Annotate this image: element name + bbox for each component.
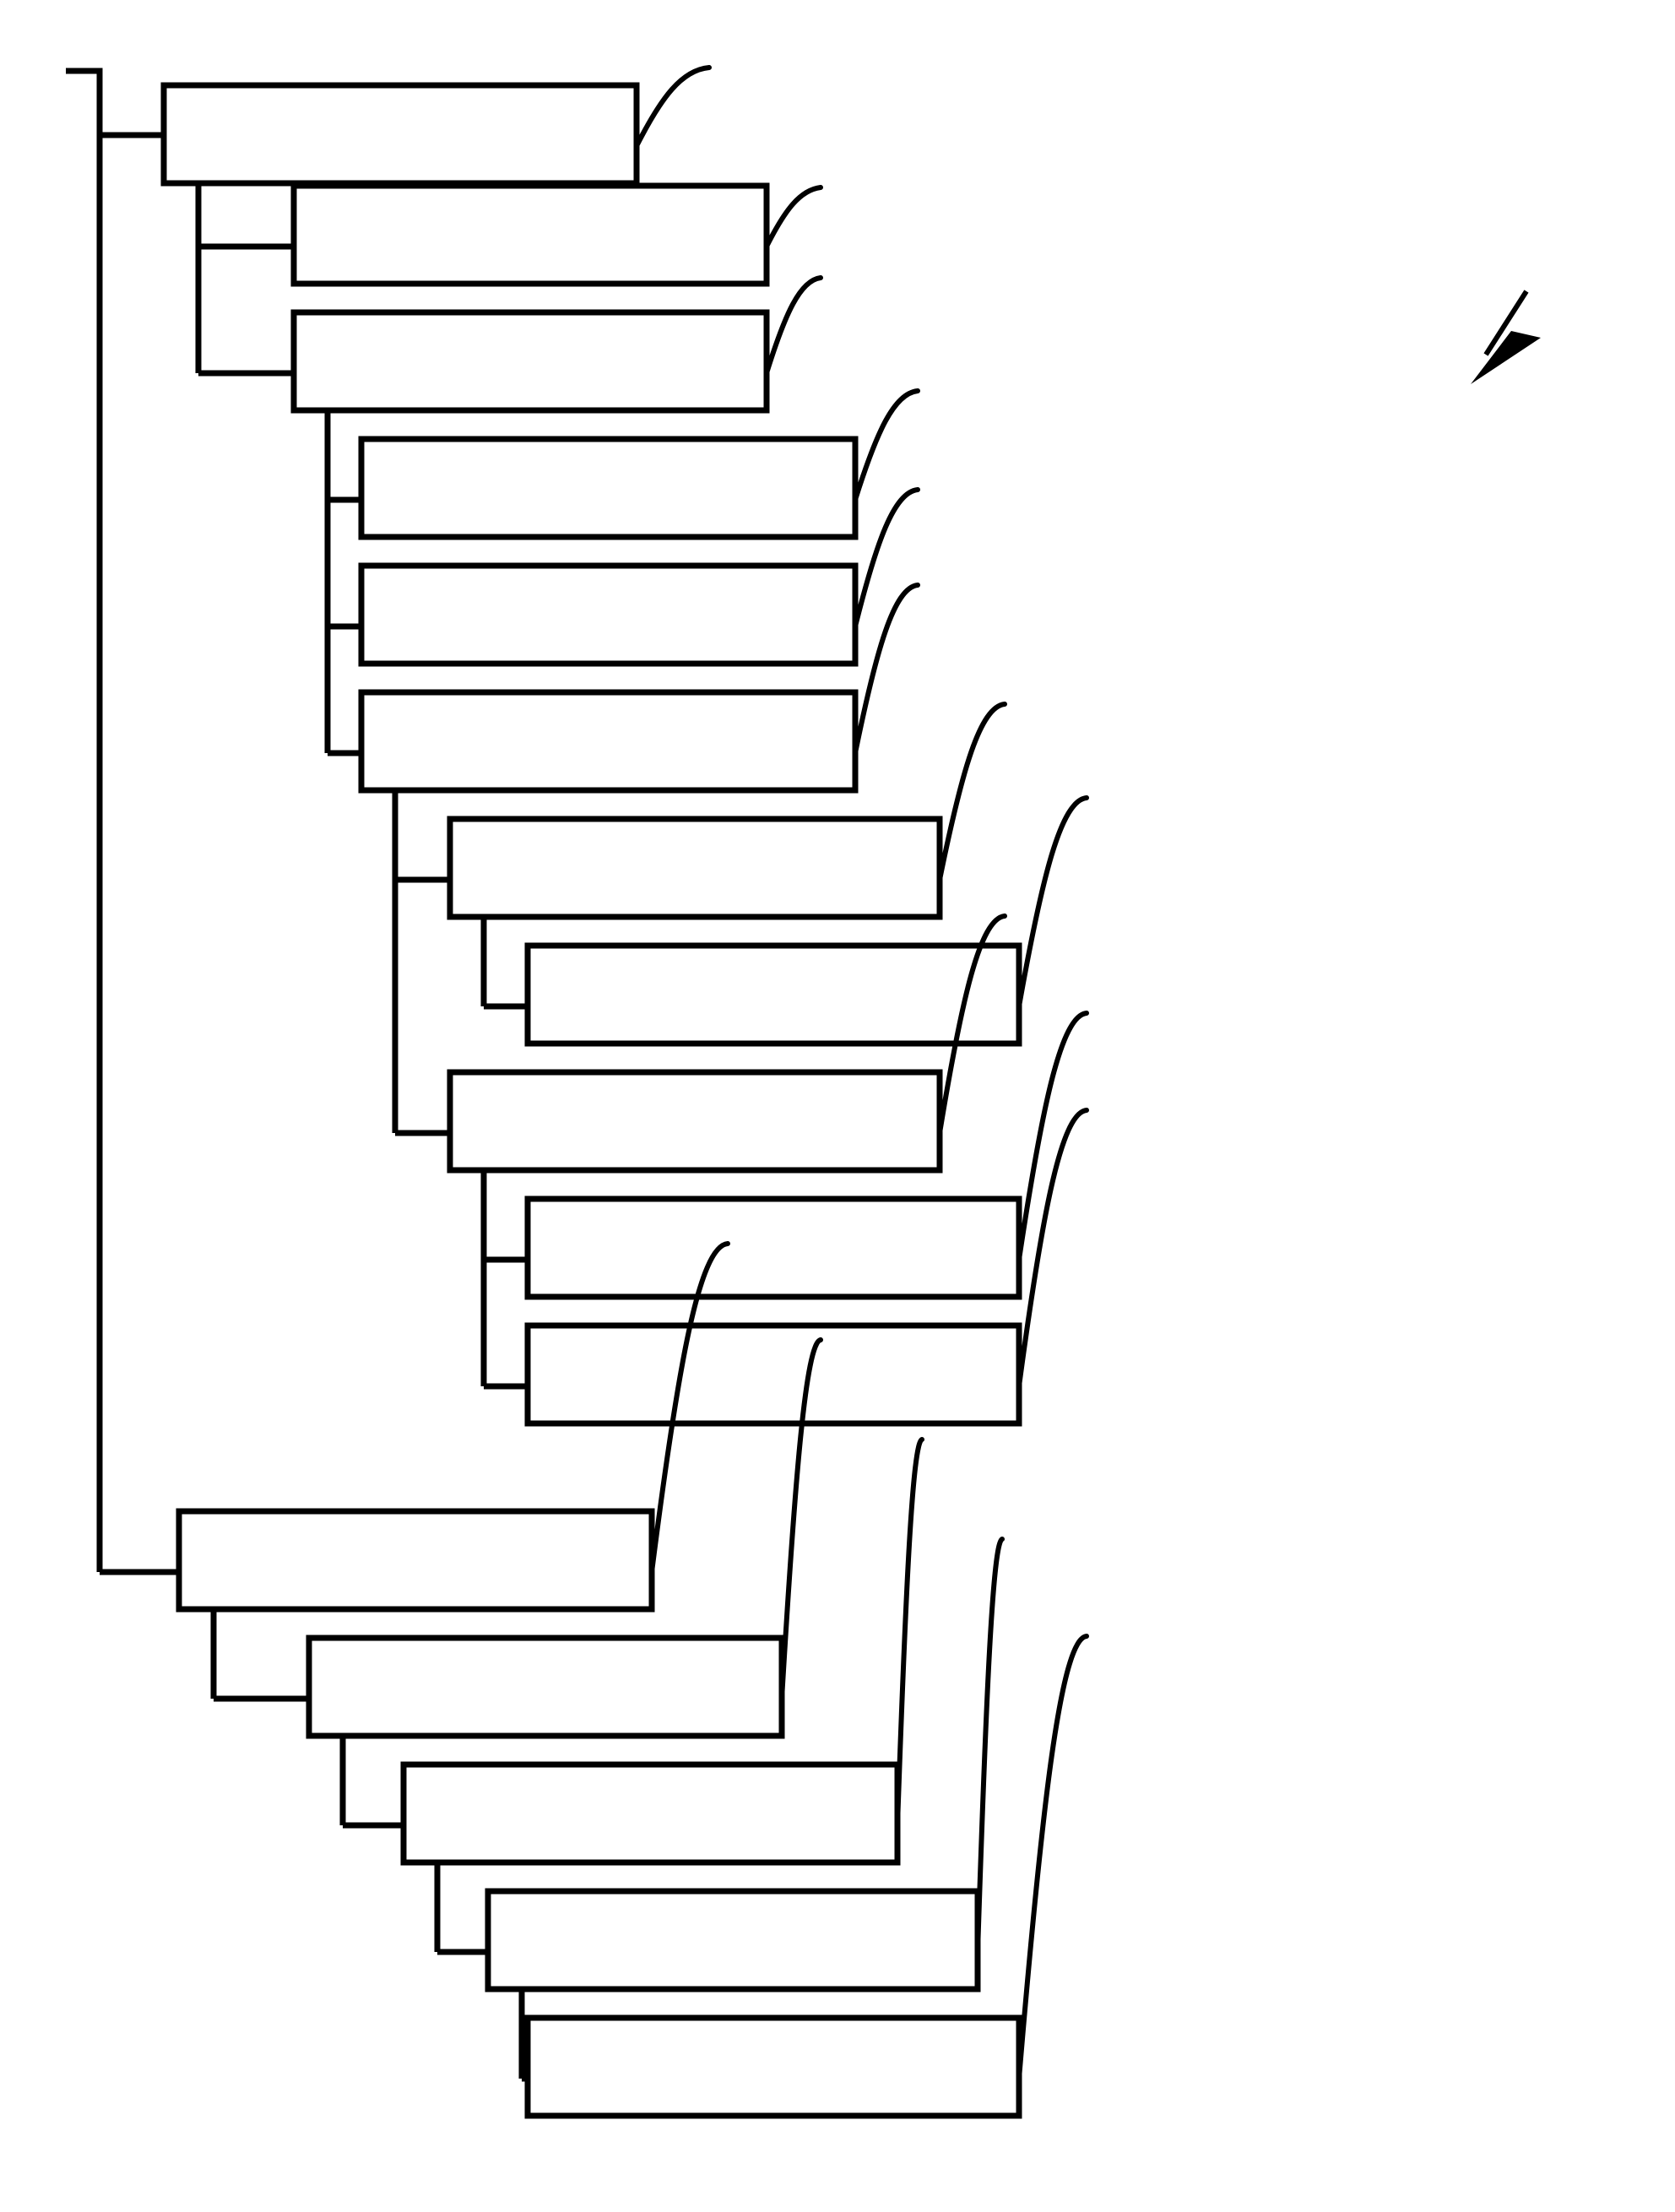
node-228[interactable]: [524, 1195, 1022, 1300]
node-206[interactable]: [290, 182, 770, 287]
node-box-216[interactable]: [358, 689, 859, 794]
lead-line-206: [764, 185, 823, 249]
lead-line-212: [853, 388, 920, 502]
lead-line-232: [1016, 1634, 1089, 2081]
node-box-228[interactable]: [524, 1195, 1022, 1300]
node-layer: [160, 82, 1022, 2119]
node-210[interactable]: [306, 1635, 785, 1739]
node-218[interactable]: [400, 1761, 901, 1866]
node-box-224[interactable]: [485, 1888, 981, 1992]
node-226[interactable]: [524, 942, 1022, 1047]
lead-line-224: [975, 1537, 1005, 1954]
root-trunk: [66, 68, 103, 1572]
node-box-210[interactable]: [306, 1635, 785, 1739]
lead-line-226: [1016, 795, 1089, 1009]
node-box-220[interactable]: [447, 816, 943, 920]
lead-line-218: [895, 1437, 924, 1828]
node-202[interactable]: [160, 82, 640, 187]
node-212[interactable]: [358, 436, 859, 540]
node-214[interactable]: [358, 562, 859, 667]
node-box-206[interactable]: [290, 182, 770, 287]
node-box-222[interactable]: [447, 1069, 943, 1174]
node-204[interactable]: [176, 1508, 655, 1613]
figure-callout-arrow-head: [1471, 331, 1541, 384]
figure-callout-layer: [1471, 290, 1541, 384]
node-216[interactable]: [358, 689, 859, 794]
node-box-226[interactable]: [524, 942, 1022, 1047]
lead-line-230: [1016, 1108, 1089, 1389]
lead-line-216: [853, 583, 920, 756]
node-box-212[interactable]: [358, 436, 859, 540]
lead-line-208: [764, 275, 823, 376]
node-box-232[interactable]: [524, 2014, 1022, 2119]
lead-line-228: [1016, 1011, 1089, 1262]
patent-figure-hierarchy-diagram: [0, 0, 1675, 2212]
lead-line-214: [853, 487, 920, 629]
node-224[interactable]: [485, 1888, 981, 1992]
lead-line-202: [634, 65, 712, 149]
node-box-218[interactable]: [400, 1761, 901, 1866]
node-220[interactable]: [447, 816, 943, 920]
node-box-230[interactable]: [524, 1322, 1022, 1427]
node-box-202[interactable]: [160, 82, 640, 187]
node-222[interactable]: [447, 1069, 943, 1174]
diagram-canvas: [66, 65, 1541, 2119]
node-box-208[interactable]: [290, 309, 770, 414]
node-box-214[interactable]: [358, 562, 859, 667]
node-208[interactable]: [290, 309, 770, 414]
node-232[interactable]: [524, 2014, 1022, 2119]
lead-line-220: [937, 702, 1007, 882]
node-230[interactable]: [524, 1322, 1022, 1427]
node-box-204[interactable]: [176, 1508, 655, 1613]
